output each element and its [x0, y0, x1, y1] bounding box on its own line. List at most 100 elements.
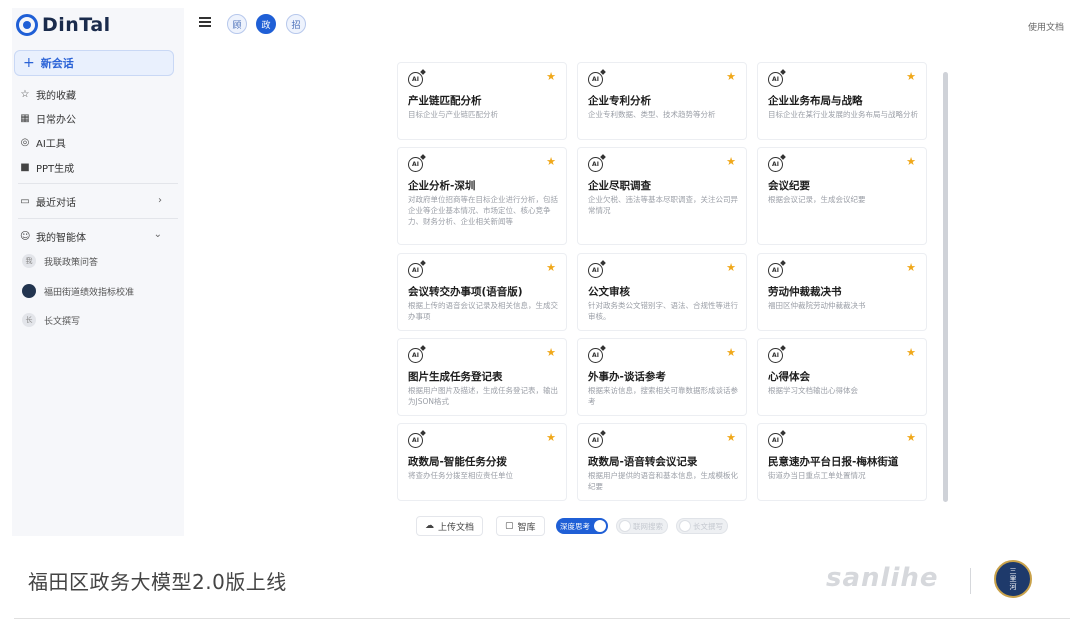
sidebar-item-daily-office[interactable]: ▦ 日常办公: [20, 110, 76, 126]
agent-card[interactable]: AI ★ 会议纪要 根据会议记录，生成会议纪要: [757, 147, 927, 245]
toggle-knob: [679, 520, 691, 532]
apps-icon: ▦: [20, 112, 30, 124]
sanlihe-watermark: sanlihe: [826, 563, 939, 593]
new-chat-label: 新会话: [40, 57, 74, 70]
card-desc: 根据来访信息，搜索相关可靠数据形成谈话参考: [588, 386, 738, 406]
agent-label: 我联政策问答: [44, 257, 99, 268]
card-title: 会议转交办事项(语音版): [408, 286, 523, 298]
agent-card[interactable]: AI ★ 劳动仲裁裁决书 福田区仲裁院劳动仲裁裁决书: [757, 253, 927, 331]
agent-item[interactable]: 长 长文撰写: [22, 311, 80, 329]
star-icon[interactable]: ★: [546, 431, 556, 444]
card-title: 外事办-谈话参考: [588, 371, 666, 383]
upload-doc-button[interactable]: ☁ 上传文档: [416, 516, 484, 536]
sidebar-item-label: 我的智能体: [36, 232, 86, 244]
card-desc: 街道办当日重点工单处置情况: [768, 471, 866, 480]
star-icon[interactable]: ★: [546, 70, 556, 83]
agent-item[interactable]: 福田街道绩效指标校准: [22, 282, 134, 300]
sidebar-item-my-agents[interactable]: ☺ 我的智能体: [20, 228, 170, 244]
star-icon[interactable]: ★: [726, 346, 736, 359]
card-title: 产业链匹配分析: [408, 95, 482, 107]
sidebar-item-label: 我的收藏: [36, 90, 76, 102]
agent-card[interactable]: AI ★ 企业业务布局与战略 目标企业在某行业发展的业务布局与战略分析: [757, 62, 927, 140]
ai-icon: AI: [408, 433, 423, 448]
agent-card[interactable]: AI ★ 民意速办平台日报-梅林街道 街道办当日重点工单处置情况: [757, 423, 927, 501]
agent-card[interactable]: AI ★ 图片生成任务登记表 根据用户图片及描述，生成任务登记表，输出为JSON…: [397, 338, 567, 416]
agent-card[interactable]: AI ★ 企业分析-深圳 对政府单位招商等在目标企业进行分析，包括企业等企业基本…: [397, 147, 567, 245]
agent-card[interactable]: AI ★ 产业链匹配分析 目标企业与产业链匹配分析: [397, 62, 567, 140]
star-icon[interactable]: ★: [906, 346, 916, 359]
web-search-toggle[interactable]: 联网搜索: [616, 518, 668, 534]
sidebar-item-label: 日常办公: [36, 114, 76, 126]
agent-card[interactable]: AI ★ 外事办-谈话参考 根据来访信息，搜索相关可靠数据形成谈话参考: [577, 338, 747, 416]
ai-icon: AI: [588, 263, 603, 278]
agent-card[interactable]: AI ★ 公文审核 针对政务类公文错别字、语法、合规性等进行审核。: [577, 253, 747, 331]
chat-icon: ▭: [20, 195, 30, 207]
agent-card[interactable]: AI ★ 会议转交办事项(语音版) 根据上传的语音会议记录及相关信息，生成交办事…: [397, 253, 567, 331]
card-desc: 针对政务类公文错别字、语法、合规性等进行审核。: [588, 301, 738, 321]
sidebar-item-favorites[interactable]: ☆ 我的收藏: [20, 86, 76, 102]
sidebar: DinTal + 新会话 ☆ 我的收藏 ▦ 日常办公 ◎ AI工具 ■ PPT生…: [12, 8, 184, 536]
star-icon[interactable]: ★: [546, 261, 556, 274]
ai-icon: AI: [768, 72, 783, 87]
library-button[interactable]: ▢ 智库: [496, 516, 545, 536]
scrollbar[interactable]: [943, 72, 948, 502]
sidebar-item-label: PPT生成: [36, 163, 75, 175]
mode-investment-button[interactable]: 招: [286, 14, 306, 34]
card-desc: 对政府单位招商等在目标企业进行分析，包括企业等企业基本情况、市场定位、核心竞争力…: [408, 195, 558, 226]
star-icon[interactable]: ★: [546, 155, 556, 168]
long-writing-toggle[interactable]: 长文撰写: [676, 518, 728, 534]
menu-icon[interactable]: [199, 17, 211, 27]
star-icon[interactable]: ★: [546, 346, 556, 359]
card-title: 劳动仲裁裁决书: [768, 286, 842, 298]
star-icon[interactable]: ★: [906, 155, 916, 168]
agent-avatar: [22, 284, 36, 298]
docs-link[interactable]: 使用文档: [1028, 20, 1064, 33]
agent-avatar: 长: [22, 313, 36, 327]
library-icon: ▢: [505, 521, 514, 531]
card-title: 企业分析-深圳: [408, 180, 476, 192]
ai-icon: AI: [768, 263, 783, 278]
chevron-right-icon[interactable]: ›: [158, 195, 162, 206]
sidebar-item-ai-tools[interactable]: ◎ AI工具: [20, 134, 66, 150]
toggle-knob: [594, 520, 606, 532]
seal-char: 河: [1009, 583, 1017, 591]
new-chat-button[interactable]: + 新会话: [14, 50, 174, 76]
sidebar-item-label: AI工具: [36, 138, 66, 150]
star-icon[interactable]: ★: [906, 261, 916, 274]
seal-char: 里: [1009, 575, 1017, 583]
brand-name: DinTal: [42, 14, 111, 36]
star-icon[interactable]: ★: [726, 261, 736, 274]
mode-consultant-button[interactable]: 顾: [227, 14, 247, 34]
agent-card[interactable]: AI ★ 政数局-智能任务分拨 将查办任务分拨至相应责任单位: [397, 423, 567, 501]
star-icon[interactable]: ★: [906, 70, 916, 83]
sidebar-item-ppt[interactable]: ■ PPT生成: [20, 159, 74, 175]
footer-divider: [14, 618, 1070, 619]
ai-icon: AI: [408, 72, 423, 87]
card-title: 民意速办平台日报-梅林街道: [768, 456, 899, 468]
star-icon[interactable]: ★: [726, 70, 736, 83]
toggle-label: 深度思考: [560, 521, 590, 531]
brand-logo[interactable]: DinTal: [16, 12, 111, 38]
ai-icon: AI: [768, 348, 783, 363]
star-icon[interactable]: ★: [726, 155, 736, 168]
card-title: 企业专利分析: [588, 95, 651, 107]
sidebar-item-recent[interactable]: ▭ 最近对话: [20, 193, 170, 209]
ai-icon: AI: [588, 433, 603, 448]
mode-government-button[interactable]: 政: [256, 14, 276, 34]
agent-item[interactable]: 我 我联政策问答: [22, 252, 98, 270]
chevron-down-icon[interactable]: ⌄: [154, 229, 162, 240]
star-icon[interactable]: ★: [906, 431, 916, 444]
sanlihe-seal-logo: 三 里 河: [994, 560, 1032, 598]
ai-icon: AI: [588, 157, 603, 172]
agent-card[interactable]: AI ★ 企业专利分析 企业专利数据、类型、技术趋势等分析: [577, 62, 747, 140]
card-title: 公文审核: [588, 286, 630, 298]
star-icon[interactable]: ★: [726, 431, 736, 444]
card-title: 会议纪要: [768, 180, 810, 192]
agent-card[interactable]: AI ★ 政数局-语音转会议记录 根据用户提供的语音和基本信息，生成模板化纪要: [577, 423, 747, 501]
card-desc: 根据用户图片及描述，生成任务登记表，输出为JSON格式: [408, 386, 558, 406]
ai-icon: AI: [588, 72, 603, 87]
deep-think-toggle[interactable]: 深度思考: [556, 518, 608, 534]
card-title: 图片生成任务登记表: [408, 371, 503, 383]
agent-card[interactable]: AI ★ 企业尽职调查 企业欠税、违法等基本尽职调查，关注公司异常情况: [577, 147, 747, 245]
agent-card[interactable]: AI ★ 心得体会 根据学习文档输出心得体会: [757, 338, 927, 416]
